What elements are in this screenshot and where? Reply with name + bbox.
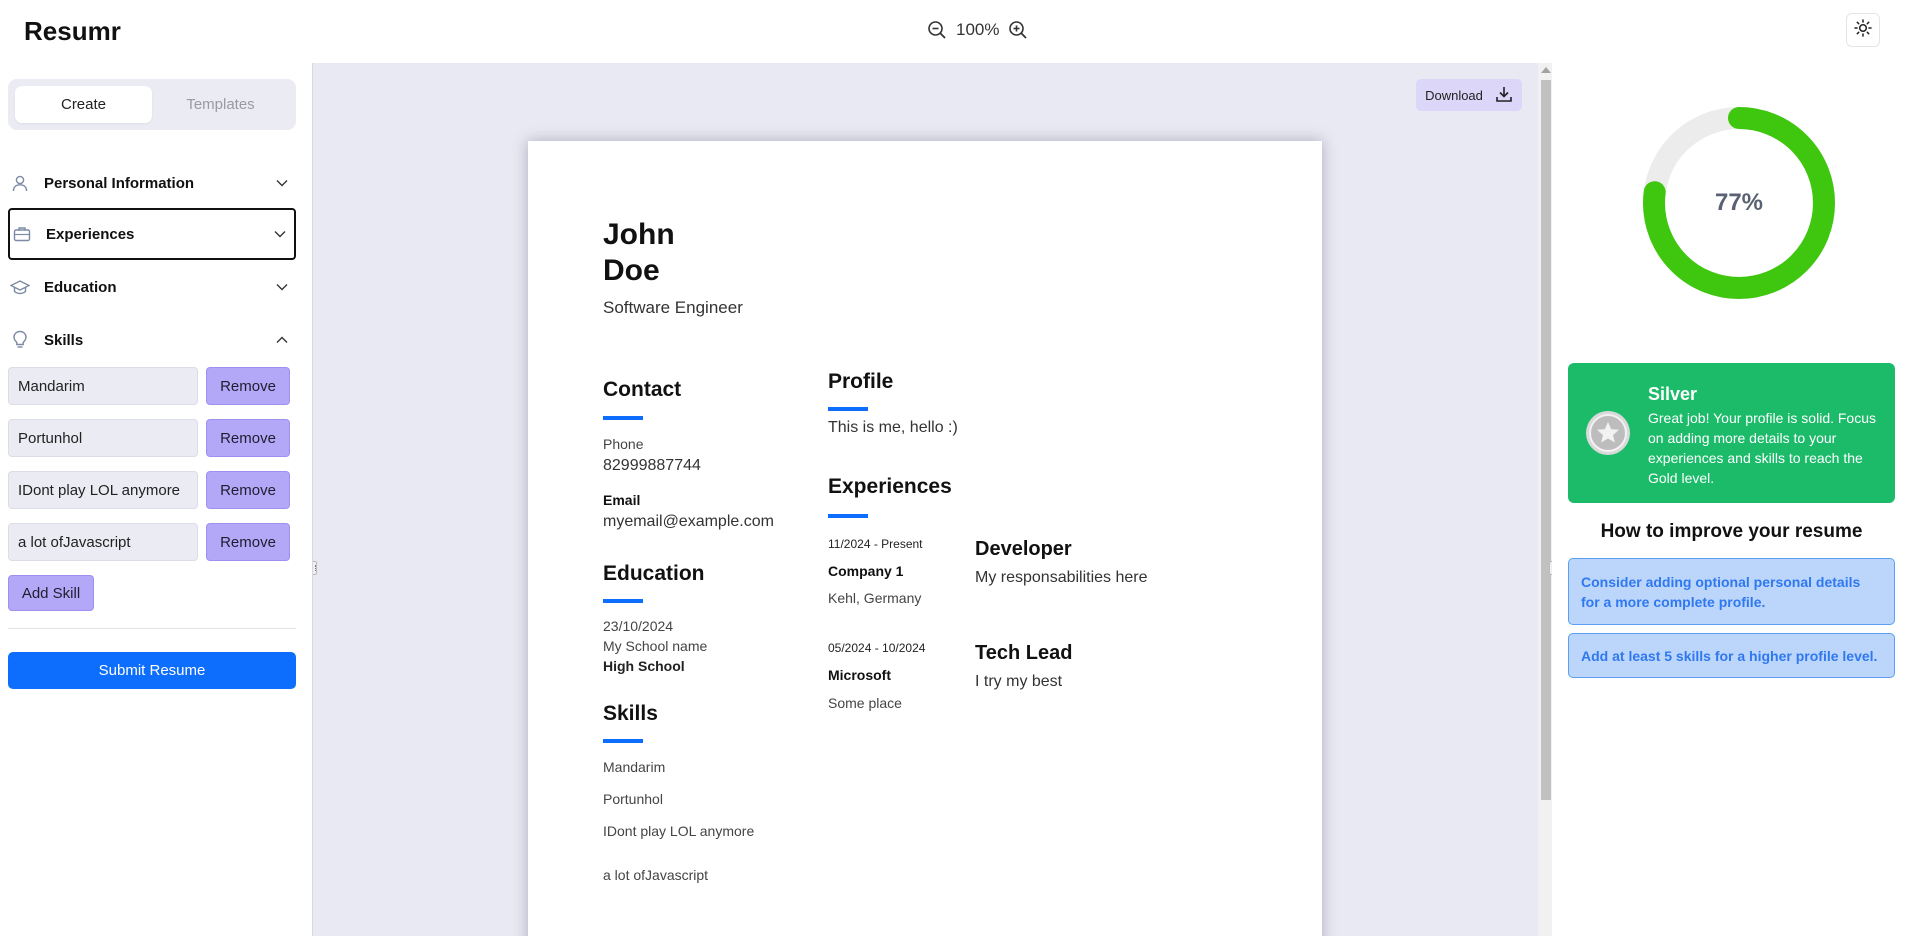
remove-skill-button[interactable]: Remove bbox=[206, 471, 290, 509]
resume-page: John Doe Software Engineer Contact Phone… bbox=[528, 141, 1322, 936]
download-label: Download bbox=[1425, 87, 1483, 103]
education-school: My School name bbox=[603, 638, 708, 654]
section-label: Skills bbox=[44, 331, 84, 349]
medal-icon bbox=[1584, 409, 1632, 457]
zoom-out-icon[interactable] bbox=[926, 19, 948, 41]
add-skill-button[interactable]: Add Skill bbox=[8, 575, 94, 611]
section-skills[interactable]: Skills bbox=[8, 314, 296, 366]
heading-underline bbox=[603, 599, 643, 603]
heading-underline bbox=[603, 416, 643, 420]
graduation-cap-icon bbox=[10, 277, 30, 297]
app-logo: Resumr bbox=[24, 16, 121, 46]
preview-scrollbar[interactable] bbox=[1538, 63, 1552, 936]
improvement-tip: Add at least 5 skills for a higher profi… bbox=[1568, 633, 1895, 678]
resume-skill-item: Portunhol bbox=[603, 791, 663, 807]
resume-job-title: Software Engineer bbox=[603, 298, 743, 317]
chevron-down-icon bbox=[274, 279, 290, 295]
section-label: Experiences bbox=[46, 225, 135, 243]
experience-location: Some place bbox=[828, 695, 902, 711]
experience-role: Developer bbox=[975, 538, 1072, 560]
skills-heading: Skills bbox=[603, 702, 658, 725]
skill-input[interactable] bbox=[8, 419, 198, 457]
contact-heading: Contact bbox=[603, 378, 682, 401]
heading-underline bbox=[603, 739, 643, 743]
education-date: 23/10/2024 bbox=[603, 618, 674, 634]
skill-row: Remove bbox=[8, 471, 292, 509]
experience-company: Company 1 bbox=[828, 563, 904, 579]
heading-underline bbox=[828, 407, 868, 411]
skill-row: Remove bbox=[8, 367, 292, 405]
tab-create[interactable]: Create bbox=[15, 86, 152, 123]
skill-input[interactable] bbox=[8, 523, 198, 561]
resume-last-name: Doe bbox=[603, 254, 660, 287]
section-education[interactable]: Education bbox=[8, 261, 296, 313]
score-percent: 77% bbox=[1714, 189, 1764, 216]
mode-tabs: Create Templates bbox=[8, 79, 296, 130]
education-heading: Education bbox=[603, 562, 705, 585]
chevron-up-icon bbox=[274, 332, 290, 348]
education-degree: High School bbox=[603, 658, 685, 674]
experiences-heading: Experiences bbox=[828, 475, 952, 498]
tab-templates[interactable]: Templates bbox=[152, 86, 289, 123]
download-icon bbox=[1495, 85, 1513, 106]
improvement-tip: Consider adding optional personal detail… bbox=[1568, 558, 1895, 625]
skill-input[interactable] bbox=[8, 367, 198, 405]
level-card: Silver Great job! Your profile is solid.… bbox=[1568, 363, 1895, 503]
preview-canvas[interactable]: Download John Doe Software Engineer Cont… bbox=[312, 63, 1552, 936]
section-label: Personal Information bbox=[44, 174, 195, 192]
remove-skill-button[interactable]: Remove bbox=[206, 419, 290, 457]
heading-underline bbox=[828, 514, 868, 518]
profile-text: This is me, hello :) bbox=[828, 419, 958, 436]
level-title: Silver bbox=[1648, 384, 1698, 404]
remove-skill-button[interactable]: Remove bbox=[206, 367, 290, 405]
editor-sidebar: Create Templates Personal Information Ex… bbox=[0, 63, 312, 936]
theme-toggle-button[interactable] bbox=[1846, 13, 1880, 47]
remove-skill-button[interactable]: Remove bbox=[206, 523, 290, 561]
resume-name: John Doe bbox=[603, 217, 763, 289]
experience-description: I try my best bbox=[975, 673, 1063, 690]
scroll-up-arrow-icon[interactable] bbox=[1541, 67, 1551, 73]
profile-heading: Profile bbox=[828, 370, 894, 393]
section-personal-information[interactable]: Personal Information bbox=[8, 157, 296, 209]
user-icon bbox=[10, 173, 30, 193]
zoom-in-icon[interactable] bbox=[1007, 19, 1029, 41]
submit-resume-button[interactable]: Submit Resume bbox=[8, 652, 296, 689]
scrollbar-thumb[interactable] bbox=[1541, 80, 1551, 800]
resume-skill-item: Mandarim bbox=[603, 759, 666, 775]
skill-input[interactable] bbox=[8, 471, 198, 509]
chevron-down-icon bbox=[272, 226, 288, 242]
lightbulb-icon bbox=[10, 330, 30, 350]
experience-dates: 11/2024 - Present bbox=[828, 537, 923, 551]
section-experiences[interactable]: Experiences bbox=[8, 208, 296, 260]
resume-first-name: John bbox=[603, 218, 675, 251]
skill-row: Remove bbox=[8, 523, 292, 561]
divider bbox=[8, 628, 296, 629]
phone-value: 82999887744 bbox=[603, 457, 701, 474]
experience-role: Tech Lead bbox=[975, 642, 1073, 664]
experience-location: Kehl, Germany bbox=[828, 590, 922, 606]
skill-row: Remove bbox=[8, 419, 292, 457]
email-label: Email bbox=[603, 492, 641, 508]
top-bar: Resumr 100% bbox=[0, 0, 1910, 63]
sun-icon bbox=[1854, 18, 1872, 42]
resume-skill-item: a lot ofJavascript bbox=[603, 867, 709, 883]
email-value: myemail@example.com bbox=[603, 513, 774, 530]
resume-skill-item: IDont play LOL anymore bbox=[603, 823, 755, 839]
level-description: Great job! Your profile is solid. Focus … bbox=[1648, 410, 1877, 486]
experience-dates: 05/2024 - 10/2024 bbox=[828, 641, 926, 655]
chevron-down-icon bbox=[274, 175, 290, 191]
download-button[interactable]: Download bbox=[1416, 79, 1522, 111]
score-panel: 77% Silver Great job! Your profile is so… bbox=[1552, 63, 1910, 936]
improve-heading: How to improve your resume bbox=[1600, 521, 1863, 542]
section-label: Education bbox=[44, 278, 117, 296]
phone-label: Phone bbox=[603, 436, 644, 452]
zoom-level: 100% bbox=[956, 20, 1000, 39]
experience-company: Microsoft bbox=[828, 667, 891, 683]
briefcase-icon bbox=[12, 224, 32, 244]
zoom-controls: 100% bbox=[926, 19, 1029, 41]
experience-description: My responsabilities here bbox=[975, 569, 1148, 586]
left-resize-handle[interactable] bbox=[313, 561, 317, 575]
